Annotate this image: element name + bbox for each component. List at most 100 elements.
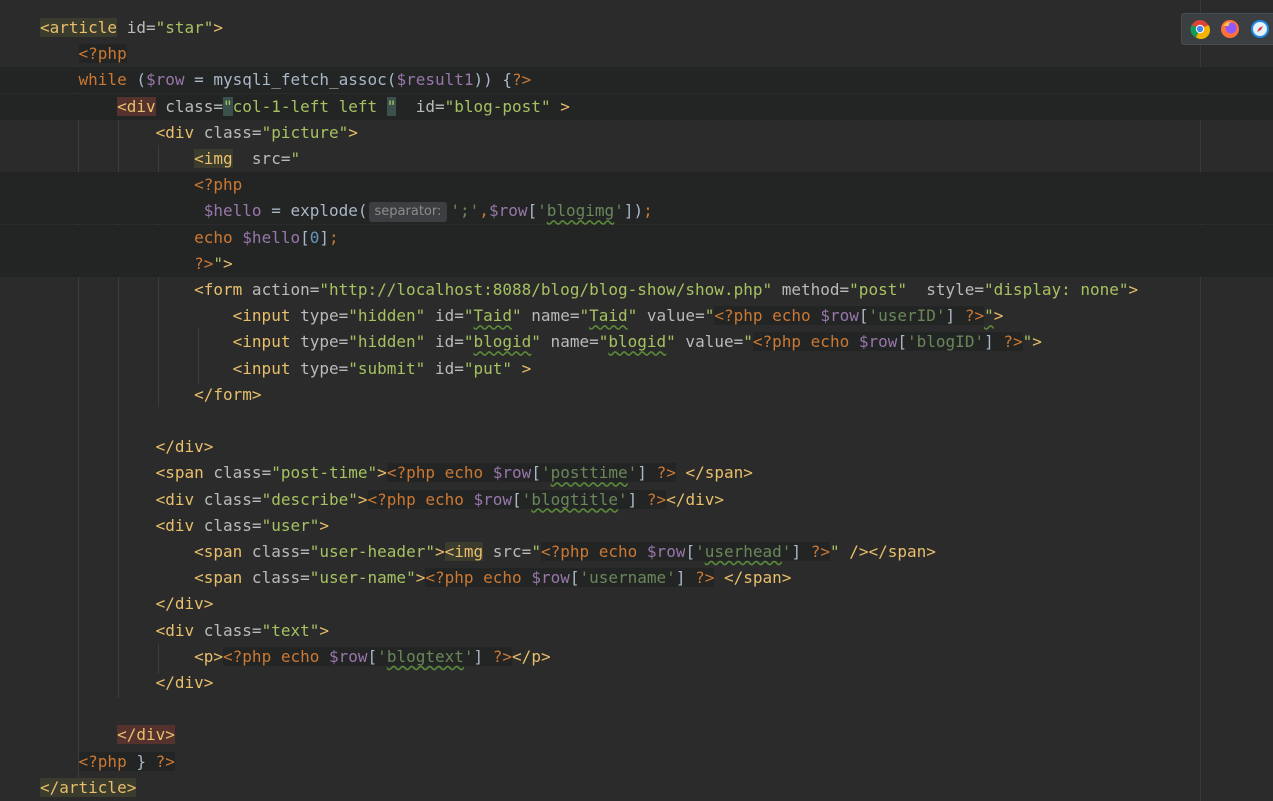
- code-token: $row: [820, 306, 859, 326]
- code-token: >: [319, 515, 329, 535]
- code-token: "post-time": [271, 463, 378, 483]
- code-token: id=: [117, 18, 156, 37]
- code-line[interactable]: <?php } ?>: [0, 749, 1273, 775]
- code-line[interactable]: ?>">: [0, 250, 1273, 277]
- code-token: </form>: [194, 384, 262, 404]
- code-line[interactable]: </div>: [0, 670, 1273, 696]
- chrome-icon[interactable]: [1190, 19, 1210, 39]
- code-token: ,: [479, 201, 489, 221]
- code-token: ?>: [155, 751, 175, 771]
- code-token: ': [537, 201, 547, 221]
- code-token: >: [319, 620, 329, 640]
- code-line[interactable]: <input type="hidden" id="blogid" name="b…: [0, 329, 1273, 355]
- code-line[interactable]: echo $hello[0];: [0, 224, 1273, 251]
- code-token: [: [531, 463, 541, 483]
- code-token: [: [367, 646, 378, 666]
- code-token: blogid: [473, 332, 532, 352]
- code-token: id=: [425, 332, 464, 352]
- code-token: <?php: [194, 175, 243, 195]
- code-token: type=: [290, 358, 349, 378]
- code-line[interactable]: </div>: [0, 591, 1273, 617]
- code-token: ": [666, 332, 676, 352]
- code-token: >: [213, 18, 224, 37]
- code-line[interactable]: <div class="picture">: [0, 120, 1273, 146]
- code-token: $result1: [396, 70, 474, 90]
- code-line[interactable]: <img src=": [0, 146, 1273, 172]
- code-token: type=: [290, 332, 349, 352]
- code-token: <?php echo: [425, 568, 532, 588]
- code-line[interactable]: <div class="text">: [0, 618, 1273, 644]
- code-token: <?php echo: [714, 306, 821, 326]
- code-line[interactable]: <span class="post-time"><?php echo $row[…: [0, 460, 1273, 486]
- code-line[interactable]: [0, 696, 1273, 722]
- code-token: </div>: [155, 673, 214, 692]
- code-token: src=: [483, 542, 532, 561]
- code-line[interactable]: <span class="user-header"><img src="<?ph…: [0, 539, 1273, 565]
- code-editor[interactable]: <article id="star"> <?php while ($row = …: [0, 0, 1273, 801]
- code-line[interactable]: <form action="http://localhost:8088/blog…: [0, 277, 1273, 303]
- code-line[interactable]: </article>: [0, 775, 1273, 801]
- code-token: </span>: [714, 568, 792, 588]
- code-token: [: [527, 201, 538, 221]
- code-line[interactable]: <?php: [0, 41, 1273, 67]
- code-token: <div: [155, 489, 195, 509]
- code-token: ": [386, 96, 397, 116]
- code-token: ': [540, 463, 551, 483]
- code-line[interactable]: <article id="star">: [0, 15, 1273, 41]
- code-line[interactable]: <div class="describe"><?php echo $row['b…: [0, 487, 1273, 513]
- code-token: "put": [463, 358, 513, 378]
- code-line[interactable]: </div>: [0, 434, 1273, 460]
- code-token: blogtext: [386, 646, 464, 666]
- code-token: class=: [194, 122, 262, 142]
- code-token: ": [829, 542, 840, 561]
- code-line[interactable]: <input type="submit" id="put" >: [0, 356, 1273, 382]
- code-token: $row: [531, 568, 570, 588]
- code-token: >: [1128, 280, 1139, 299]
- code-token: Taid: [589, 306, 628, 326]
- parameter-hint: separator:: [368, 202, 448, 223]
- code-line[interactable]: <p><?php echo $row['blogtext'] ?></p>: [0, 644, 1273, 670]
- code-token: "display: none": [984, 280, 1129, 299]
- code-token: ': [618, 489, 628, 509]
- code-token: ": [579, 306, 590, 326]
- safari-icon[interactable]: [1250, 19, 1270, 39]
- code-token: >: [993, 306, 1004, 326]
- code-line[interactable]: </div>: [0, 722, 1273, 748]
- code-token: ]: [637, 463, 657, 483]
- code-line[interactable]: <?php: [0, 172, 1273, 199]
- code-token: value=: [675, 332, 744, 352]
- code-token: id=: [396, 96, 445, 116]
- code-token: src=: [232, 149, 291, 168]
- code-token: style=: [906, 280, 985, 299]
- code-token: <?php echo: [752, 332, 859, 352]
- code-line[interactable]: <input type="hidden" id="Taid" name="Tai…: [0, 303, 1273, 329]
- code-token: >: [512, 358, 532, 378]
- code-token: class=: [194, 515, 262, 535]
- code-token: "blog-post": [444, 96, 551, 116]
- code-line[interactable]: $hello = explode(separator: ';',$row['blo…: [0, 198, 1273, 225]
- code-line[interactable]: while ($row = mysqli_fetch_assoc($result…: [0, 67, 1273, 94]
- firefox-icon[interactable]: [1220, 19, 1240, 39]
- code-token: ': [627, 463, 638, 483]
- code-line[interactable]: <div class="user">: [0, 513, 1273, 539]
- code-line[interactable]: </form>: [0, 382, 1273, 408]
- code-token: ": [223, 96, 233, 116]
- code-line[interactable]: [0, 408, 1273, 434]
- code-token: ?>: [646, 489, 667, 509]
- code-token: "text": [261, 620, 320, 640]
- code-line[interactable]: <div class="col-1-left left " id="blog-p…: [0, 93, 1273, 120]
- code-token: <?php echo: [386, 463, 493, 483]
- code-token: ]: [473, 646, 493, 666]
- code-line[interactable]: <span class="user-name"><?php echo $row[…: [0, 565, 1273, 591]
- code-token: ?>: [656, 463, 676, 483]
